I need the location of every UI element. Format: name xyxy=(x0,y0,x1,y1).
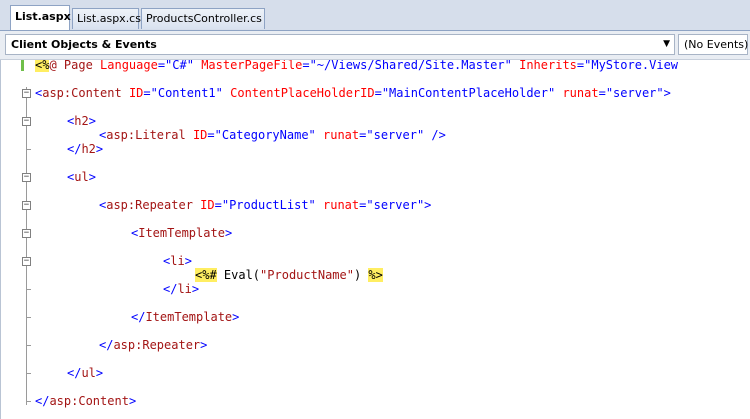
collapse-icon[interactable]: − xyxy=(22,117,31,126)
code-line: <asp:Literal ID="CategoryName" runat="se… xyxy=(99,128,446,142)
navigation-bar: Client Objects & Events ▼ (No Events) xyxy=(0,31,750,60)
outline-guide xyxy=(26,87,27,405)
changed-line-marker xyxy=(21,60,24,71)
code-line: <ul> xyxy=(67,170,96,184)
code-line: <%# Eval("ProductName") %> xyxy=(195,268,383,282)
code-line: </li> xyxy=(163,282,200,296)
fold-end-marker xyxy=(26,401,31,402)
fold-end-marker xyxy=(26,149,31,150)
code-line: </ItemTemplate> xyxy=(131,310,240,324)
client-objects-dropdown-value: Client Objects & Events xyxy=(11,38,157,51)
code-line: </asp:Content> xyxy=(35,394,137,408)
server-tag-close: %> xyxy=(368,268,383,282)
ide-window: List.aspx List.aspx.cs ProductsControlle… xyxy=(0,0,750,419)
code-line: <ItemTemplate> xyxy=(131,226,233,240)
tab-list-aspx-cs[interactable]: List.aspx.cs xyxy=(72,8,141,29)
code-line: </ul> xyxy=(67,366,104,380)
tab-list-aspx[interactable]: List.aspx xyxy=(10,5,71,30)
fold-end-marker xyxy=(26,345,31,346)
code-line: <%@ Page Language="C#" MasterPageFile="~… xyxy=(35,60,679,72)
code-line: <asp:Repeater ID="ProductList" runat="se… xyxy=(99,198,432,212)
server-tag-open: <%# xyxy=(195,268,217,282)
chevron-down-icon: ▼ xyxy=(663,39,670,49)
code-line: <asp:Content ID="Content1" ContentPlaceH… xyxy=(35,86,671,100)
collapse-icon[interactable]: − xyxy=(22,89,31,98)
server-tag-open: <% xyxy=(35,60,50,72)
collapse-icon[interactable]: − xyxy=(22,173,31,182)
events-dropdown-value: (No Events) xyxy=(684,38,749,51)
fold-end-marker xyxy=(26,373,31,374)
code-line: <li> xyxy=(163,254,192,268)
code-line: </h2> xyxy=(67,142,104,156)
tab-products-controller-cs[interactable]: ProductsController.cs xyxy=(141,8,265,29)
code-line: </asp:Repeater> xyxy=(99,338,208,352)
collapse-icon[interactable]: − xyxy=(22,229,31,238)
code-editor[interactable]: − − − − − − <%@ Page Language="C#" Maste… xyxy=(0,60,750,419)
collapse-icon[interactable]: − xyxy=(22,257,31,266)
fold-end-marker xyxy=(26,289,31,290)
client-objects-dropdown[interactable]: Client Objects & Events ▼ xyxy=(5,34,675,55)
collapse-icon[interactable]: − xyxy=(22,201,31,210)
code-line: <h2> xyxy=(67,114,96,128)
document-tab-strip: List.aspx List.aspx.cs ProductsControlle… xyxy=(0,0,750,31)
events-dropdown[interactable]: (No Events) xyxy=(678,34,748,55)
fold-end-marker xyxy=(26,317,31,318)
